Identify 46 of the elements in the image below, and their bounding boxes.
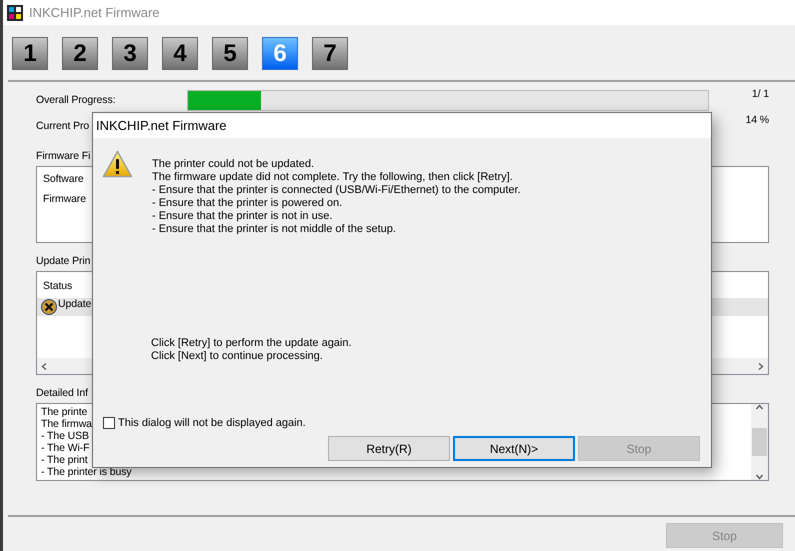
row-text: Update (58, 298, 92, 310)
step-button[interactable]: 4 (162, 37, 198, 70)
window-title: INKCHIP.net Firmware (29, 5, 160, 20)
file-entry: Software (43, 173, 84, 185)
dialog-title: INKCHIP.net Firmware (93, 113, 711, 138)
step-button[interactable]: 2 (62, 37, 98, 70)
step-button[interactable]: 7 (312, 37, 348, 70)
dialog-button[interactable]: Next(N)> (453, 436, 575, 461)
message-line: - Ensure that the printer is not in use. (152, 210, 334, 223)
section-label: Detailed Inf (36, 387, 88, 399)
message-line: The firmware update did not complete. Try the following, then click [Retry]. (152, 171, 514, 184)
progress-label: Overall Progress: (36, 94, 116, 106)
warning-icon (102, 150, 133, 178)
scroll-thumb[interactable] (752, 428, 767, 456)
message-line: The printer could not be updated. (152, 158, 316, 171)
dialog-button[interactable]: Retry(R) (328, 436, 450, 461)
step-button[interactable]: 5 (212, 37, 248, 70)
progress-count: 1/ 1 (752, 88, 769, 100)
hint-line: Click [Retry] to perform the update again. (151, 337, 353, 350)
scroll-right-icon[interactable] (757, 362, 764, 370)
section-label: Firmware Fi (36, 150, 90, 162)
vertical-scrollbar[interactable] (751, 404, 768, 480)
checkbox[interactable] (103, 417, 115, 429)
scroll-left-icon[interactable] (41, 362, 48, 370)
step-button[interactable]: 1 (12, 37, 48, 70)
detail-line: The firmwa (41, 418, 92, 430)
message-line: - Ensure that the printer is powered on. (152, 197, 344, 210)
file-entry: Firmware (43, 193, 86, 205)
checkbox-label: This dialog will not be displayed again. (118, 417, 306, 429)
column-header: Status (42, 279, 74, 294)
message-line: - Ensure that the printer is connected (USB/Wi-Fi/Ethernet) to the computer. (152, 184, 521, 197)
detail-line: - The USB (41, 430, 89, 442)
error-icon (41, 299, 57, 315)
detail-line: - The Wi-F (41, 442, 90, 454)
step-button[interactable]: 3 (112, 37, 148, 70)
detail-line: - The printer is busy (41, 466, 132, 478)
progress-label: Current Pro (36, 120, 90, 132)
section-label: Update Prin (36, 255, 90, 267)
app-logo-icon (7, 4, 23, 20)
detail-line: The printe (41, 406, 88, 418)
scroll-up-icon[interactable] (756, 404, 763, 411)
progress-percent: 14 % (745, 114, 769, 126)
message-line: - Ensure that the printer is not middle of the setup. (152, 223, 397, 236)
scroll-down-icon[interactable] (756, 473, 763, 480)
hint-line: Click [Next] to continue processing. (151, 350, 324, 363)
detail-line: - The print (41, 454, 88, 466)
